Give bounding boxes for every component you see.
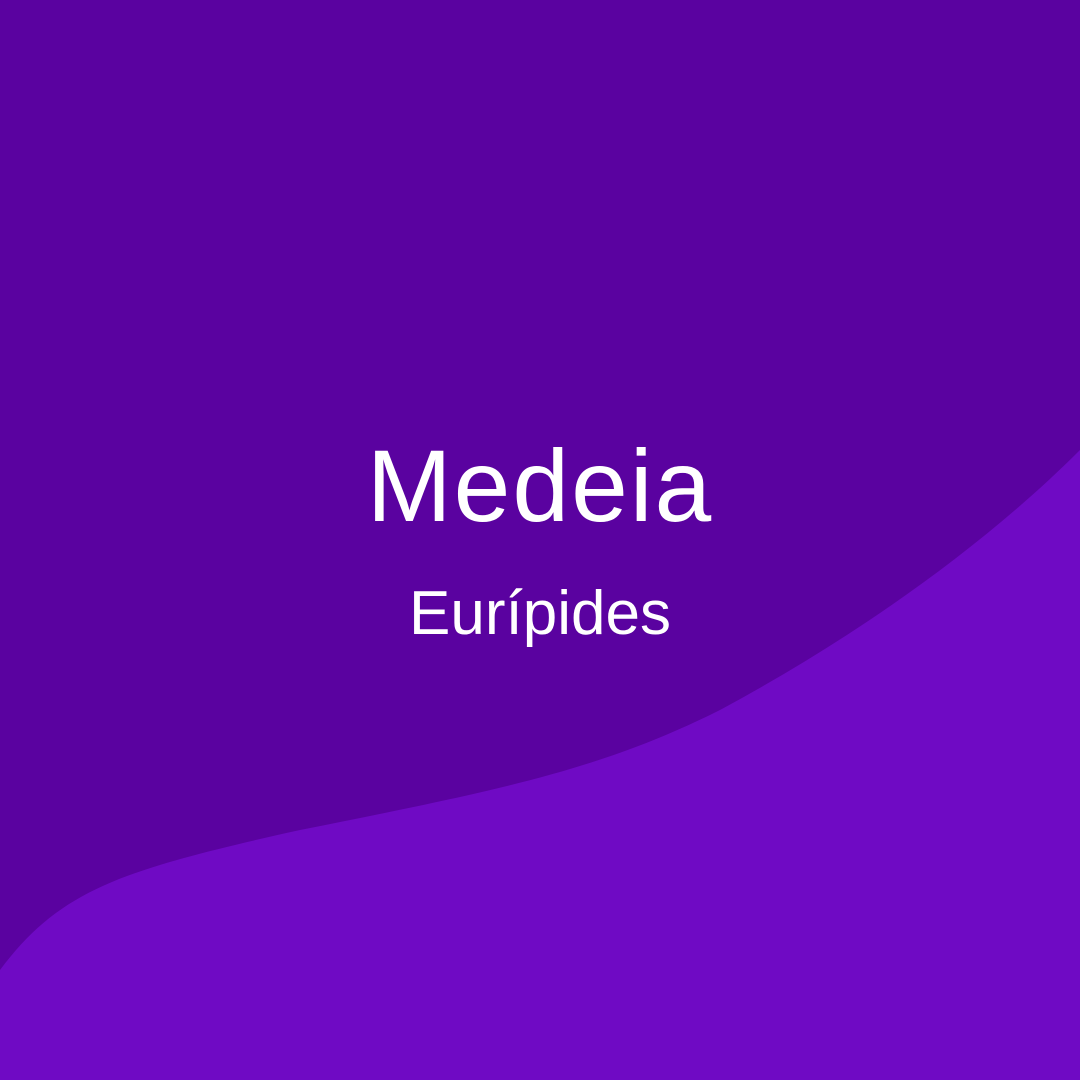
book-title: Medeia	[366, 429, 714, 543]
author-name: Eurípides	[409, 579, 671, 648]
